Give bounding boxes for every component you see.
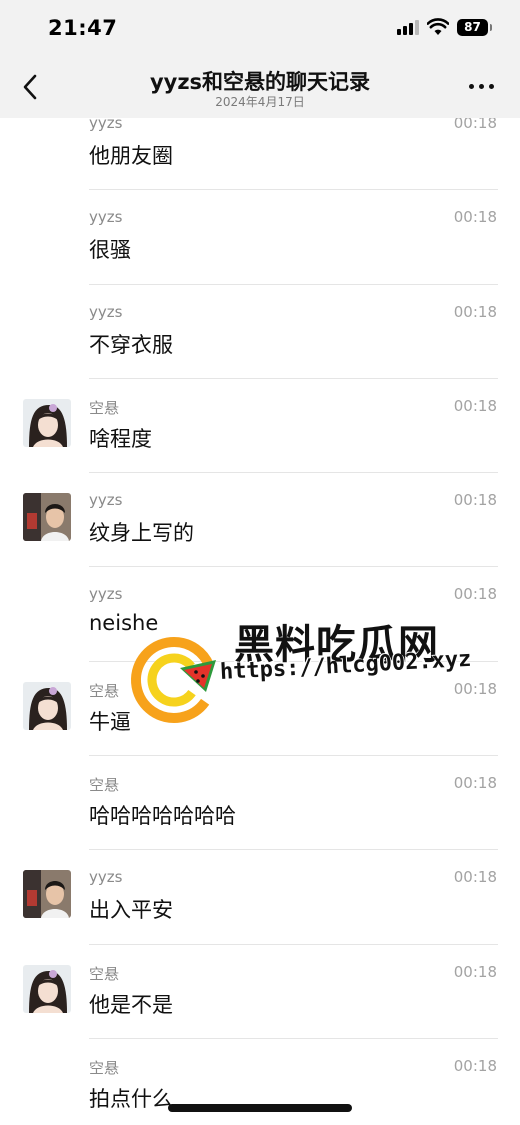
page-title: yyzs和空悬的聊天记录 — [149, 70, 371, 94]
message-time: 00:18 — [453, 396, 497, 415]
message-item[interactable]: yyzs 00:18 很骚 — [0, 190, 520, 285]
message-time: 00:18 — [453, 1056, 497, 1075]
top-bar: 21:47 87 yyzs和空悬的聊天记录 2024年4月17日 — [0, 0, 520, 118]
message-sender: 空悬 — [89, 964, 120, 983]
message-item[interactable]: 空悬 00:18 他是不是 — [0, 945, 520, 1039]
avatar[interactable] — [23, 681, 71, 730]
page-subtitle-date: 2024年4月17日 — [215, 95, 305, 109]
message-item[interactable]: yyzs 00:18 不穿衣服 — [0, 285, 520, 379]
message-time: 00:18 — [453, 774, 497, 793]
message-sender: yyzs — [89, 302, 123, 321]
chat-history-screen: 21:47 87 yyzs和空悬的聊天记录 2024年4月17日 yyzs 00… — [0, 0, 520, 1125]
message-time: 00:18 — [453, 302, 497, 321]
message-sender: 空悬 — [89, 681, 120, 700]
avatar[interactable] — [23, 398, 71, 447]
watermark: 黑料吃瓜网 https://hlcg002.xyz — [128, 612, 488, 732]
message-sender: yyzs — [89, 491, 123, 510]
message-time: 00:18 — [453, 491, 497, 510]
message-list: yyzs 00:18 他朋友圈 yyzs 00:18 很骚 yyzs 00:18 不穿衣服空悬 0… — [0, 96, 520, 1125]
message-text: 他朋友圈 — [89, 144, 173, 168]
message-time: 00:18 — [453, 962, 497, 981]
message-text: 哈哈哈哈哈哈哈 — [89, 804, 236, 829]
avatar[interactable] — [23, 870, 71, 919]
battery-icon: 87 — [457, 18, 492, 36]
message-text: 纹身上写的 — [89, 521, 194, 546]
message-text: 出入平安 — [89, 898, 173, 923]
avatar[interactable] — [23, 964, 71, 1013]
message-item[interactable]: 空悬 00:18 拍点什么 — [0, 1039, 520, 1125]
message-text: 啥程度 — [89, 426, 152, 451]
status-bar: 21:47 87 — [0, 0, 520, 58]
message-time: 00:18 — [453, 585, 497, 604]
message-item[interactable]: 空悬 00:18 啥程度 — [0, 379, 520, 474]
more-options-icon[interactable] — [469, 84, 494, 89]
message-item[interactable]: 空悬 00:18 哈哈哈哈哈哈哈 — [0, 756, 520, 851]
message-sender: yyzs — [89, 868, 123, 887]
message-item[interactable]: yyzs 00:18 出入平安 — [0, 850, 520, 945]
message-time: 00:18 — [453, 868, 497, 887]
home-indicator[interactable] — [168, 1104, 352, 1112]
message-sender: 空悬 — [89, 776, 120, 795]
message-text: 拍点什么 — [89, 1086, 173, 1111]
message-sender: yyzs — [89, 208, 123, 227]
message-text: 不穿衣服 — [89, 332, 173, 357]
message-text: 很骚 — [89, 238, 131, 263]
wifi-icon — [427, 18, 449, 35]
message-time: 00:18 — [453, 208, 497, 227]
message-sender: 空悬 — [89, 1058, 120, 1077]
message-text: 他是不是 — [89, 992, 173, 1017]
nav-bar: yyzs和空悬的聊天记录 2024年4月17日 — [0, 58, 520, 118]
message-text: 牛逼 — [89, 709, 131, 734]
status-time: 21:47 — [48, 16, 118, 40]
message-sender: yyzs — [89, 585, 123, 604]
status-icons: 87 — [397, 18, 492, 36]
avatar[interactable] — [23, 493, 71, 542]
cellular-signal-icon — [397, 19, 419, 35]
message-sender: 空悬 — [89, 398, 120, 417]
message-item[interactable]: yyzs 00:18 纹身上写的 — [0, 473, 520, 568]
watermelon-logo-icon — [131, 637, 217, 723]
